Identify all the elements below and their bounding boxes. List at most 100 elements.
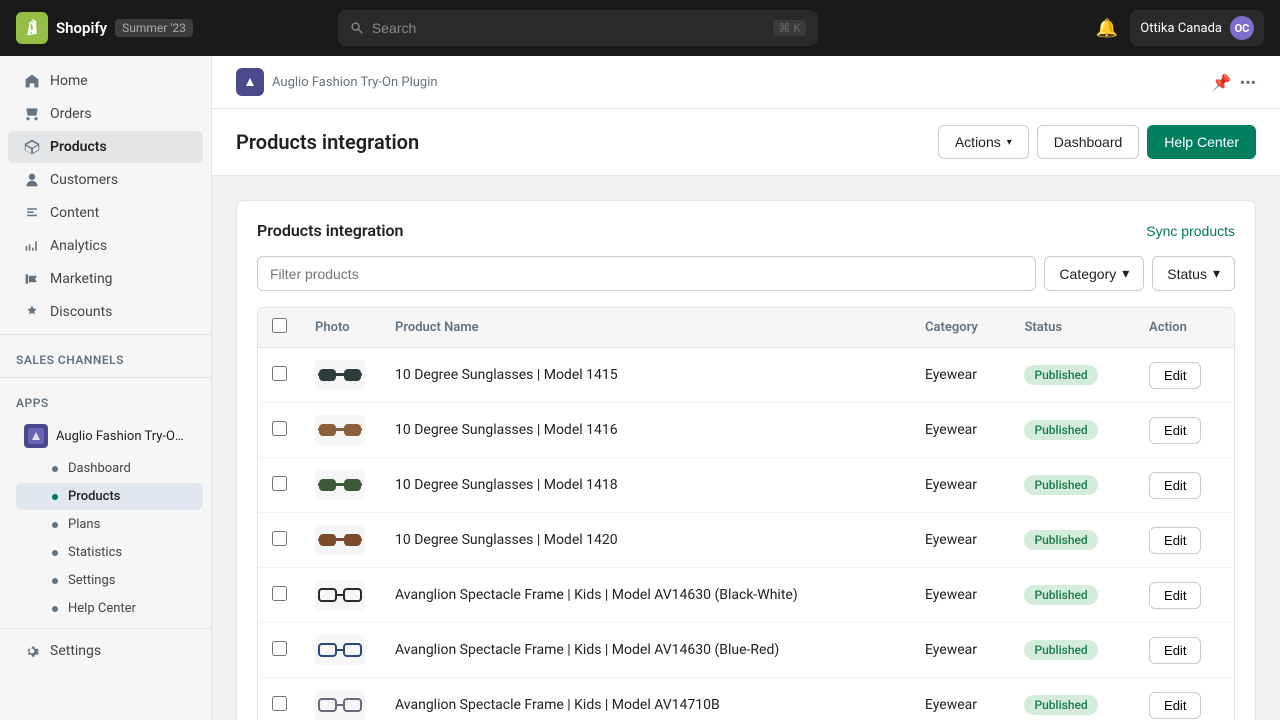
sidebar-item-dashboard[interactable]: Dashboard [16, 455, 203, 482]
category-filter-button[interactable]: Category ▾ [1044, 256, 1144, 291]
sidebar-item-products-sub[interactable]: Products [16, 483, 203, 510]
sidebar-item-content[interactable]: Content [8, 197, 203, 229]
product-category: Eyewear [925, 642, 977, 658]
sidebar-item-settings-label: Settings [50, 643, 101, 659]
breadcrumb-icon-svg [242, 74, 258, 90]
sidebar-item-help-center[interactable]: Help Center [16, 595, 203, 622]
apps-section-label: Apps [0, 384, 211, 414]
product-category-cell: Eyewear [911, 678, 1010, 720]
product-photo [315, 525, 365, 555]
table-row: Avanglion Spectacle Frame | Kids | Model… [258, 568, 1234, 623]
sidebar-item-statistics-label: Statistics [68, 545, 122, 560]
logo-area[interactable]: Shopify Summer '23 [16, 12, 193, 44]
help-center-button[interactable]: Help Center [1147, 125, 1256, 159]
row-select-cell[interactable] [258, 623, 301, 678]
sidebar-item-analytics-label: Analytics [50, 238, 107, 254]
edit-button[interactable]: Edit [1149, 527, 1201, 554]
shopify-s-icon [22, 18, 42, 38]
row-select-cell[interactable] [258, 568, 301, 623]
product-action-cell[interactable]: Edit [1135, 678, 1234, 720]
edit-button[interactable]: Edit [1149, 692, 1201, 719]
row-select-cell[interactable] [258, 403, 301, 458]
sidebar-item-customers[interactable]: Customers [8, 164, 203, 196]
product-action-cell[interactable]: Edit [1135, 513, 1234, 568]
product-action-cell[interactable]: Edit [1135, 458, 1234, 513]
apps-section: Auglio Fashion Try-On Plu... Dashboard P… [0, 418, 211, 622]
actions-button[interactable]: Actions ▾ [938, 125, 1029, 159]
search-input[interactable] [372, 20, 765, 36]
main-layout: Home Orders Products Customers Content A… [0, 56, 1280, 720]
sidebar-item-settings[interactable]: Settings [8, 635, 203, 667]
product-status-cell: Published [1010, 513, 1135, 568]
edit-button[interactable]: Edit [1149, 362, 1201, 389]
app-sub-items: Dashboard Products Plans Statistics Sett… [0, 455, 211, 622]
row-checkbox[interactable] [272, 641, 287, 656]
pin-icon[interactable]: 📌 [1212, 73, 1232, 92]
sync-products-button[interactable]: Sync products [1146, 223, 1235, 239]
product-name-cell: Avanglion Spectacle Frame | Kids | Model… [381, 623, 911, 678]
row-select-cell[interactable] [258, 678, 301, 720]
product-action-cell[interactable]: Edit [1135, 623, 1234, 678]
more-actions-icon[interactable]: ••• [1240, 73, 1256, 92]
product-action-cell[interactable]: Edit [1135, 348, 1234, 403]
sidebar-item-statistics[interactable]: Statistics [16, 539, 203, 566]
dot-icon [52, 606, 58, 612]
product-name: Avanglion Spectacle Frame | Kids | Model… [395, 587, 798, 603]
product-action-cell[interactable]: Edit [1135, 403, 1234, 458]
status-chevron-icon: ▾ [1213, 265, 1220, 282]
edit-button[interactable]: Edit [1149, 472, 1201, 499]
status-filter-button[interactable]: Status ▾ [1152, 256, 1235, 291]
edit-button[interactable]: Edit [1149, 582, 1201, 609]
dot-icon [52, 550, 58, 556]
status-badge: Published [1024, 530, 1097, 550]
row-checkbox[interactable] [272, 586, 287, 601]
filter-products-input[interactable] [257, 256, 1036, 291]
table-row: 10 Degree Sunglasses | Model 1420 Eyewea… [258, 513, 1234, 568]
row-checkbox[interactable] [272, 366, 287, 381]
product-name: 10 Degree Sunglasses | Model 1416 [395, 422, 618, 438]
product-category: Eyewear [925, 697, 977, 713]
product-name-cell: Avanglion Spectacle Frame | Kids | Model… [381, 568, 911, 623]
global-search[interactable]: ⌘ K [338, 10, 818, 46]
row-select-cell[interactable] [258, 348, 301, 403]
row-checkbox[interactable] [272, 531, 287, 546]
content-icon [24, 205, 40, 221]
notifications-icon[interactable]: 🔔 [1096, 18, 1118, 39]
sidebar-item-settings-sub[interactable]: Settings [16, 567, 203, 594]
sidebar-item-orders[interactable]: Orders [8, 98, 203, 130]
chevron-down-icon: ▾ [1007, 137, 1012, 148]
row-checkbox[interactable] [272, 421, 287, 436]
auglio-icon [28, 428, 44, 444]
page-title: Products integration [236, 130, 419, 154]
select-all-cell[interactable] [258, 308, 301, 348]
product-category: Eyewear [925, 367, 977, 383]
edit-button[interactable]: Edit [1149, 417, 1201, 444]
row-checkbox[interactable] [272, 476, 287, 491]
product-photo [315, 470, 365, 500]
product-category-cell: Eyewear [911, 568, 1010, 623]
row-select-cell[interactable] [258, 458, 301, 513]
auglio-app-header[interactable]: Auglio Fashion Try-On Plu... [8, 418, 203, 454]
product-action-cell[interactable]: Edit [1135, 568, 1234, 623]
product-category: Eyewear [925, 532, 977, 548]
sidebar-item-settings-sub-label: Settings [68, 573, 115, 588]
sidebar-item-help-center-label: Help Center [68, 601, 136, 616]
sidebar-item-home[interactable]: Home [8, 65, 203, 97]
user-menu[interactable]: Ottika Canada OC [1130, 10, 1264, 46]
sidebar-item-plans[interactable]: Plans [16, 511, 203, 538]
row-checkbox[interactable] [272, 696, 287, 711]
product-name-cell: 10 Degree Sunglasses | Model 1420 [381, 513, 911, 568]
select-all-checkbox[interactable] [272, 318, 287, 333]
sidebar-item-analytics[interactable]: Analytics [8, 230, 203, 262]
edit-button[interactable]: Edit [1149, 637, 1201, 664]
row-select-cell[interactable] [258, 513, 301, 568]
product-photo [315, 415, 365, 445]
sidebar-item-marketing[interactable]: Marketing [8, 263, 203, 295]
product-category-cell: Eyewear [911, 458, 1010, 513]
sidebar-item-products[interactable]: Products [8, 131, 203, 163]
settings-icon [24, 643, 40, 659]
sidebar-item-discounts[interactable]: Discounts [8, 296, 203, 328]
topnav-right: 🔔 Ottika Canada OC [1096, 10, 1264, 46]
sales-channels-section: Sales channels [0, 341, 211, 371]
dashboard-button[interactable]: Dashboard [1037, 125, 1140, 159]
